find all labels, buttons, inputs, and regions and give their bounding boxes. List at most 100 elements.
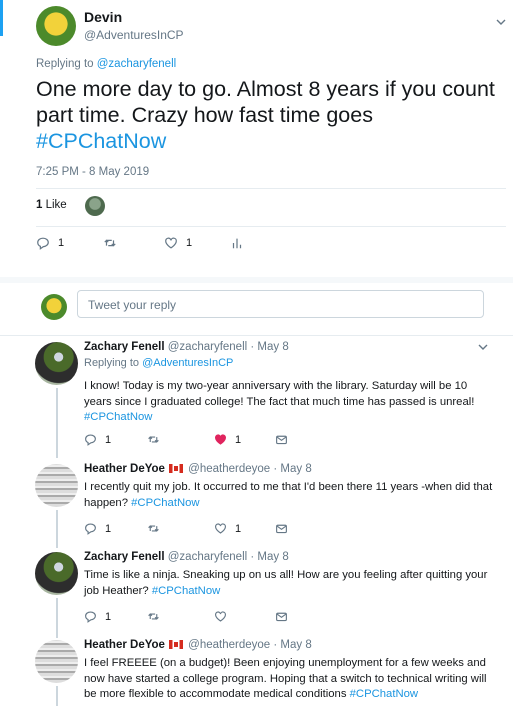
reply-tweet[interactable]: Zachary Fenell @zacharyfenell · May 8 Ti… [0, 546, 513, 638]
avatar[interactable] [35, 552, 78, 595]
like-count: 1 [235, 433, 242, 446]
tweet-actions: 1 1 [36, 236, 286, 250]
tweet-timestamp[interactable]: 7:25 PM - 8 May 2019 [36, 166, 149, 178]
heart-icon [215, 611, 226, 622]
message-button[interactable] [275, 522, 288, 535]
author-name[interactable]: Heather DeYoe [84, 639, 165, 651]
reply-header: Zachary Fenell @zacharyfenell · May 8 [84, 551, 289, 563]
reply-button[interactable]: 1 [36, 236, 64, 250]
like-button[interactable] [214, 610, 227, 623]
author-name[interactable]: Zachary Fenell [84, 551, 165, 563]
author-handle[interactable]: @zacharyfenell [168, 551, 247, 563]
message-button[interactable] [275, 610, 288, 623]
reply-text: I recently quit my job. It occurred to m… [84, 480, 494, 511]
liker-avatar[interactable] [85, 196, 105, 216]
reply-text: Time is like a ninja. Sneaking up on us … [84, 568, 494, 599]
replying-prefix: Replying to [84, 357, 140, 369]
author-name[interactable]: Zachary Fenell [84, 341, 165, 353]
reply-button[interactable]: 1 [84, 522, 111, 535]
reply-date[interactable]: · May 8 [273, 463, 311, 475]
hashtag-link[interactable]: #CPChatNow [152, 585, 220, 597]
canada-flag-icon [168, 640, 183, 649]
avatar[interactable] [36, 6, 76, 46]
reply-count: 1 [105, 433, 112, 446]
thread-line [56, 388, 58, 458]
chevron-down-icon[interactable] [496, 16, 506, 26]
hashtag-link[interactable]: #CPChatNow [350, 688, 418, 700]
like-button[interactable]: 1 [214, 433, 241, 446]
reply-body: I know! Today is my two-year anniversary… [84, 380, 475, 408]
retweet-icon [148, 436, 159, 443]
hashtag-link[interactable]: #CPChatNow [131, 497, 199, 509]
like-button[interactable]: 1 [164, 236, 192, 250]
replying-to: Replying to @zacharyfenell [36, 58, 176, 70]
avatar[interactable] [35, 464, 78, 507]
reply-date[interactable]: · May 8 [250, 551, 288, 563]
reply-header: Heather DeYoe @heatherdeyoe · May 8 [84, 639, 312, 651]
hashtag-link[interactable]: #CPChatNow [36, 129, 166, 153]
like-button[interactable]: 1 [214, 522, 241, 535]
reply-input[interactable]: Tweet your reply [77, 290, 484, 318]
avatar[interactable] [35, 640, 78, 683]
like-count: 1 [235, 522, 242, 535]
heart-icon [215, 523, 226, 534]
reply-header: Heather DeYoe @heatherdeyoe · May 8 [84, 463, 312, 475]
envelope-icon [276, 435, 287, 445]
reply-tweet[interactable]: Heather DeYoe @heatherdeyoe · May 8 I re… [0, 458, 513, 548]
reply-count: 1 [105, 610, 112, 623]
reply-date[interactable]: · May 8 [250, 341, 288, 353]
avatar[interactable] [35, 342, 78, 385]
author-handle[interactable]: @heatherdeyoe [188, 463, 270, 475]
tweet-text: One more day to go. Almost 8 years if yo… [36, 76, 506, 154]
reply-date[interactable]: · May 8 [273, 639, 311, 651]
tweet-header: Devin @AdventuresInCP [36, 6, 506, 46]
reply-body: Time is like a ninja. Sneaking up on us … [84, 569, 488, 597]
reply-actions: 1 1 [84, 522, 304, 535]
thread-line [56, 598, 58, 638]
reply-icon [85, 523, 96, 535]
reply-button[interactable]: 1 [84, 433, 111, 446]
thread-line [56, 686, 58, 706]
analytics-icon [232, 238, 242, 249]
reply-actions: 1 1 [84, 433, 304, 446]
hashtag-link[interactable]: #CPChatNow [84, 411, 152, 423]
reply-icon [85, 611, 96, 623]
reply-tweet[interactable]: Zachary Fenell @zacharyfenell · May 8 Re… [0, 336, 513, 458]
chevron-down-icon[interactable] [478, 342, 488, 355]
reply-header: Zachary Fenell @zacharyfenell · May 8 [84, 341, 289, 353]
canada-flag-icon [168, 464, 183, 473]
likes-label: Like [45, 199, 67, 211]
reply-button[interactable]: 1 [84, 610, 111, 623]
heart-icon [165, 237, 177, 249]
reply-tweet[interactable]: Heather DeYoe @heatherdeyoe · May 8 I fe… [0, 634, 513, 706]
reply-icon [85, 434, 96, 446]
likes-stat[interactable]: 1 Like [36, 199, 67, 211]
message-button[interactable] [275, 433, 288, 446]
author-handle[interactable]: @zacharyfenell [168, 341, 247, 353]
retweet-button[interactable] [147, 433, 160, 446]
replying-to: Replying to @AdventuresInCP [84, 357, 233, 369]
reply-icon [37, 237, 49, 250]
likes-count: 1 [36, 199, 43, 211]
retweet-icon [148, 525, 159, 532]
replying-to-link[interactable]: @zacharyfenell [97, 58, 176, 70]
reply-count: 1 [105, 522, 112, 535]
author-name[interactable]: Heather DeYoe [84, 463, 165, 475]
retweet-button[interactable] [147, 522, 160, 535]
divider [36, 188, 506, 189]
envelope-icon [276, 524, 287, 534]
reply-count: 1 [58, 237, 65, 249]
replying-to-link[interactable]: @AdventuresInCP [142, 357, 233, 369]
retweet-button[interactable] [147, 610, 160, 623]
author-handle[interactable]: @AdventuresInCP [84, 28, 184, 42]
analytics-button[interactable] [230, 236, 244, 250]
thread-line [56, 510, 58, 548]
reply-actions: 1 [84, 610, 304, 623]
reply-text: I feel FREEEE (on a budget)! Been enjoyi… [84, 656, 494, 703]
author-name[interactable]: Devin [84, 9, 122, 25]
retweet-icon [104, 239, 116, 247]
author-handle[interactable]: @heatherdeyoe [188, 639, 270, 651]
focus-indicator [0, 0, 3, 36]
retweet-button[interactable] [103, 236, 117, 250]
envelope-icon [276, 612, 287, 622]
